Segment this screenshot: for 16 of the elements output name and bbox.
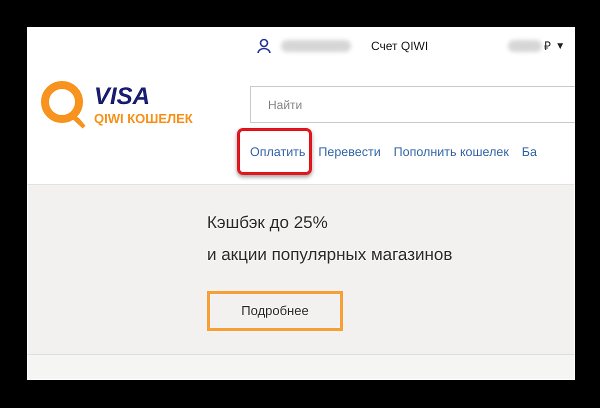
brand-text: VISA xyxy=(94,85,152,109)
account-label[interactable]: Счет QIWI xyxy=(371,37,428,55)
user-icon[interactable] xyxy=(257,38,271,54)
nav-link[interactable]: Ба xyxy=(522,145,537,159)
blurred-redaction xyxy=(508,40,542,52)
nav-link[interactable]: Оплатить xyxy=(250,145,306,159)
search-field[interactable]: Найти xyxy=(250,86,575,123)
promo-title: Кэшбэк до 25% xyxy=(207,212,329,234)
blurred-redaction xyxy=(281,40,351,52)
logo-subtitle: QIWI КОШЕЛЕК xyxy=(94,112,193,125)
nav-link[interactable]: Перевести xyxy=(318,145,381,159)
caret-icon[interactable]: ▼ xyxy=(555,38,566,54)
balance-currency: ₽ xyxy=(544,38,552,55)
nav-link[interactable]: Пополнить кошелек xyxy=(394,145,509,159)
promo-subtitle: и акции популярных магазинов xyxy=(207,244,454,266)
more-button[interactable]: Подробнее xyxy=(207,291,343,331)
